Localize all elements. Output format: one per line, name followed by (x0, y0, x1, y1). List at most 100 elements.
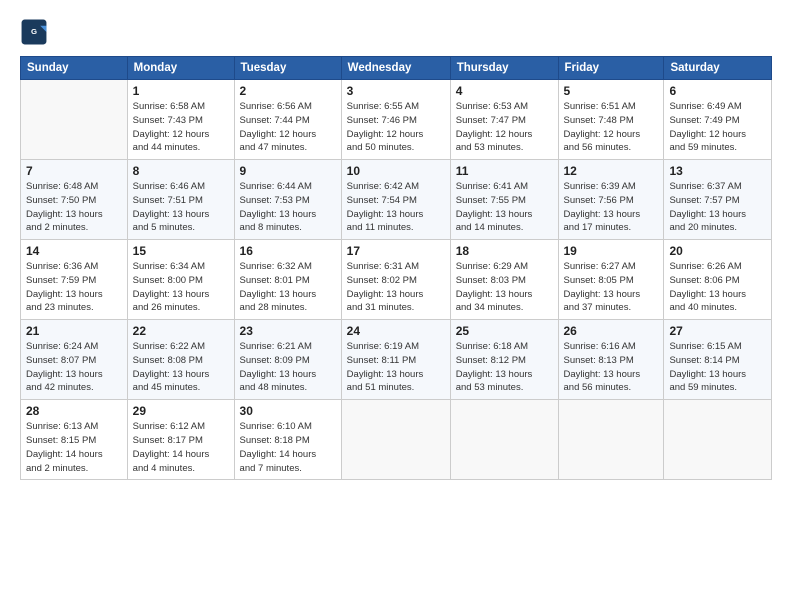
logo: G (20, 18, 52, 46)
day-number: 22 (133, 324, 229, 338)
day-number: 30 (240, 404, 336, 418)
calendar-cell: 25 Sunrise: 6:18 AM Sunset: 8:12 PM Dayli… (450, 320, 558, 400)
day-number: 25 (456, 324, 553, 338)
day-number: 4 (456, 84, 553, 98)
calendar-cell: 11 Sunrise: 6:41 AM Sunset: 7:55 PM Dayli… (450, 160, 558, 240)
weekday-header-friday: Friday (558, 57, 664, 80)
day-number: 29 (133, 404, 229, 418)
day-number: 1 (133, 84, 229, 98)
day-number: 27 (669, 324, 766, 338)
calendar-cell: 22Sunrise: 6:22 AM Sunset: 8:08 PM Dayli… (127, 320, 234, 400)
day-info: Sunrise: 6:34 AM Sunset: 8:00 PM Dayligh… (133, 260, 229, 315)
day-info: Sunrise: 6:31 AM Sunset: 8:02 PM Dayligh… (347, 260, 445, 315)
day-info: Sunrise: 6:15 AM Sunset: 8:14 PM Dayligh… (669, 340, 766, 395)
day-info: Sunrise: 6:51 AM Sunset: 7:48 PM Dayligh… (564, 100, 659, 155)
calendar-cell: 29Sunrise: 6:12 AM Sunset: 8:17 PM Dayli… (127, 400, 234, 480)
day-number: 28 (26, 404, 122, 418)
calendar-cell: 3 Sunrise: 6:55 AM Sunset: 7:46 PM Daylig… (341, 80, 450, 160)
day-number: 26 (564, 324, 659, 338)
day-info: Sunrise: 6:32 AM Sunset: 8:01 PM Dayligh… (240, 260, 336, 315)
day-number: 18 (456, 244, 553, 258)
calendar-cell (558, 400, 664, 480)
day-info: Sunrise: 6:24 AM Sunset: 8:07 PM Dayligh… (26, 340, 122, 395)
weekday-header-row: SundayMondayTuesdayWednesdayThursdayFrid… (21, 57, 772, 80)
calendar-cell: 14 Sunrise: 6:36 AM Sunset: 7:59 PM Dayli… (21, 240, 128, 320)
calendar-cell: 19 Sunrise: 6:27 AM Sunset: 8:05 PM Dayli… (558, 240, 664, 320)
calendar-cell: 27 Sunrise: 6:15 AM Sunset: 8:14 PM Dayli… (664, 320, 772, 400)
day-number: 8 (133, 164, 229, 178)
day-number: 12 (564, 164, 659, 178)
weekday-header-sunday: Sunday (21, 57, 128, 80)
calendar-cell: 18 Sunrise: 6:29 AM Sunset: 8:03 PM Dayli… (450, 240, 558, 320)
calendar-cell: 12Sunrise: 6:39 AM Sunset: 7:56 PM Dayli… (558, 160, 664, 240)
day-number: 2 (240, 84, 336, 98)
day-info: Sunrise: 6:26 AM Sunset: 8:06 PM Dayligh… (669, 260, 766, 315)
calendar-cell: 4 Sunrise: 6:53 AM Sunset: 7:47 PM Daylig… (450, 80, 558, 160)
page-header: G (20, 18, 772, 46)
calendar-cell: 30 Sunrise: 6:10 AM Sunset: 8:18 PM Dayli… (234, 400, 341, 480)
day-number: 24 (347, 324, 445, 338)
day-info: Sunrise: 6:37 AM Sunset: 7:57 PM Dayligh… (669, 180, 766, 235)
week-row-5: 28 Sunrise: 6:13 AM Sunset: 8:15 PM Dayli… (21, 400, 772, 480)
day-info: Sunrise: 6:29 AM Sunset: 8:03 PM Dayligh… (456, 260, 553, 315)
day-number: 7 (26, 164, 122, 178)
svg-text:G: G (31, 27, 37, 36)
day-number: 19 (564, 244, 659, 258)
day-info: Sunrise: 6:41 AM Sunset: 7:55 PM Dayligh… (456, 180, 553, 235)
day-number: 23 (240, 324, 336, 338)
calendar-cell: 26 Sunrise: 6:16 AM Sunset: 8:13 PM Dayli… (558, 320, 664, 400)
calendar-cell: 13 Sunrise: 6:37 AM Sunset: 7:57 PM Dayli… (664, 160, 772, 240)
day-info: Sunrise: 6:55 AM Sunset: 7:46 PM Dayligh… (347, 100, 445, 155)
day-number: 10 (347, 164, 445, 178)
calendar-cell: 2 Sunrise: 6:56 AM Sunset: 7:44 PM Daylig… (234, 80, 341, 160)
logo-icon: G (20, 18, 48, 46)
calendar-cell: 7 Sunrise: 6:48 AM Sunset: 7:50 PM Daylig… (21, 160, 128, 240)
calendar-cell: 8 Sunrise: 6:46 AM Sunset: 7:51 PM Daylig… (127, 160, 234, 240)
week-row-4: 21Sunrise: 6:24 AM Sunset: 8:07 PM Dayli… (21, 320, 772, 400)
weekday-header-wednesday: Wednesday (341, 57, 450, 80)
calendar-cell: 21Sunrise: 6:24 AM Sunset: 8:07 PM Dayli… (21, 320, 128, 400)
day-info: Sunrise: 6:53 AM Sunset: 7:47 PM Dayligh… (456, 100, 553, 155)
calendar-cell: 6 Sunrise: 6:49 AM Sunset: 7:49 PM Daylig… (664, 80, 772, 160)
calendar-cell (341, 400, 450, 480)
weekday-header-tuesday: Tuesday (234, 57, 341, 80)
day-info: Sunrise: 6:56 AM Sunset: 7:44 PM Dayligh… (240, 100, 336, 155)
day-info: Sunrise: 6:48 AM Sunset: 7:50 PM Dayligh… (26, 180, 122, 235)
week-row-1: 1Sunrise: 6:58 AM Sunset: 7:43 PM Daylig… (21, 80, 772, 160)
day-number: 14 (26, 244, 122, 258)
calendar-cell (664, 400, 772, 480)
day-info: Sunrise: 6:49 AM Sunset: 7:49 PM Dayligh… (669, 100, 766, 155)
calendar-cell: 1Sunrise: 6:58 AM Sunset: 7:43 PM Daylig… (127, 80, 234, 160)
day-info: Sunrise: 6:46 AM Sunset: 7:51 PM Dayligh… (133, 180, 229, 235)
calendar-cell: 5 Sunrise: 6:51 AM Sunset: 7:48 PM Daylig… (558, 80, 664, 160)
day-number: 13 (669, 164, 766, 178)
day-info: Sunrise: 6:16 AM Sunset: 8:13 PM Dayligh… (564, 340, 659, 395)
weekday-header-saturday: Saturday (664, 57, 772, 80)
calendar-cell (21, 80, 128, 160)
week-row-3: 14 Sunrise: 6:36 AM Sunset: 7:59 PM Dayli… (21, 240, 772, 320)
calendar-cell: 28 Sunrise: 6:13 AM Sunset: 8:15 PM Dayli… (21, 400, 128, 480)
day-number: 20 (669, 244, 766, 258)
day-info: Sunrise: 6:19 AM Sunset: 8:11 PM Dayligh… (347, 340, 445, 395)
calendar-cell: 16 Sunrise: 6:32 AM Sunset: 8:01 PM Dayli… (234, 240, 341, 320)
calendar-cell: 17 Sunrise: 6:31 AM Sunset: 8:02 PM Dayli… (341, 240, 450, 320)
calendar-table: SundayMondayTuesdayWednesdayThursdayFrid… (20, 56, 772, 480)
day-number: 17 (347, 244, 445, 258)
day-number: 11 (456, 164, 553, 178)
day-number: 3 (347, 84, 445, 98)
day-number: 15 (133, 244, 229, 258)
weekday-header-thursday: Thursday (450, 57, 558, 80)
weekday-header-monday: Monday (127, 57, 234, 80)
day-info: Sunrise: 6:18 AM Sunset: 8:12 PM Dayligh… (456, 340, 553, 395)
calendar-cell (450, 400, 558, 480)
calendar-cell: 23Sunrise: 6:21 AM Sunset: 8:09 PM Dayli… (234, 320, 341, 400)
day-number: 16 (240, 244, 336, 258)
day-info: Sunrise: 6:44 AM Sunset: 7:53 PM Dayligh… (240, 180, 336, 235)
day-info: Sunrise: 6:13 AM Sunset: 8:15 PM Dayligh… (26, 420, 122, 475)
day-number: 6 (669, 84, 766, 98)
day-info: Sunrise: 6:10 AM Sunset: 8:18 PM Dayligh… (240, 420, 336, 475)
day-info: Sunrise: 6:36 AM Sunset: 7:59 PM Dayligh… (26, 260, 122, 315)
day-info: Sunrise: 6:27 AM Sunset: 8:05 PM Dayligh… (564, 260, 659, 315)
day-number: 5 (564, 84, 659, 98)
calendar-cell: 15 Sunrise: 6:34 AM Sunset: 8:00 PM Dayli… (127, 240, 234, 320)
